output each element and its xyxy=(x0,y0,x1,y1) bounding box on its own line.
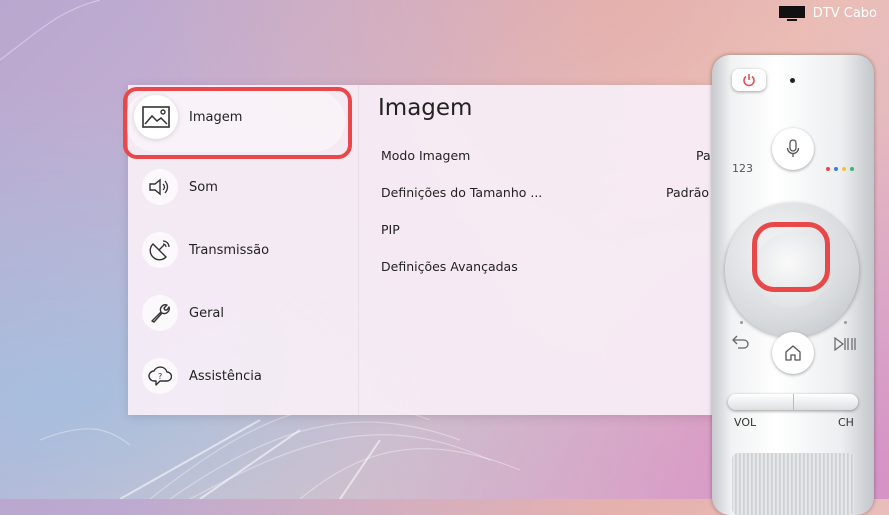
speaker-icon xyxy=(142,169,178,205)
sidebar-item-label: Transmissão xyxy=(189,242,270,258)
row-pip[interactable]: PIP xyxy=(381,222,400,237)
indicator-dot xyxy=(740,321,743,324)
wrench-icon xyxy=(142,295,178,331)
home-button[interactable] xyxy=(772,332,814,374)
ok-button-highlight-annotation xyxy=(752,222,830,292)
indicator-dot xyxy=(844,321,847,324)
settings-content: Imagem Modo Imagem Pa Definições do Tama… xyxy=(359,85,720,415)
home-icon xyxy=(785,345,801,361)
input-source-indicator: DTV Cabo xyxy=(778,6,877,21)
row-definicoes-avancadas[interactable]: Definições Avançadas xyxy=(381,259,518,274)
vol-ch-rocker[interactable] xyxy=(728,394,858,410)
indicator-light xyxy=(790,78,795,83)
microphone-icon xyxy=(786,139,800,157)
mic-button[interactable] xyxy=(772,128,814,170)
svg-text:?: ? xyxy=(158,372,162,381)
play-pause-button[interactable] xyxy=(834,336,856,355)
sidebar-item-assistencia[interactable]: ? Assistência xyxy=(142,358,262,394)
tv-icon xyxy=(778,6,805,21)
ch-label: CH xyxy=(838,416,854,429)
row-definicoes-tamanho[interactable]: Definições do Tamanho ... xyxy=(381,185,542,200)
row-modo-imagem[interactable]: Modo Imagem xyxy=(381,148,470,163)
remote-control: 123 VOL CH xyxy=(712,55,874,515)
back-arrow-icon xyxy=(732,335,749,349)
play-pause-icon xyxy=(834,336,856,352)
satellite-dish-icon xyxy=(142,232,178,268)
page-title: Imagem xyxy=(378,95,473,121)
power-button[interactable] xyxy=(732,69,766,91)
back-button[interactable] xyxy=(732,334,750,354)
sidebar-item-label: Assistência xyxy=(189,368,262,384)
row-definicoes-tamanho-value: Padrão xyxy=(666,185,710,200)
sidebar-item-som[interactable]: Som xyxy=(142,169,218,205)
source-label: DTV Cabo xyxy=(812,6,877,21)
focus-highlight-annotation xyxy=(123,87,352,159)
sidebar-item-label: Som xyxy=(189,179,218,195)
power-icon xyxy=(743,74,755,87)
sidebar-item-label: Geral xyxy=(189,305,224,321)
sidebar-item-transmissao[interactable]: Transmissão xyxy=(142,232,269,268)
row-modo-imagem-value: Pa xyxy=(696,148,711,163)
help-cloud-icon: ? xyxy=(142,358,178,394)
color-buttons[interactable] xyxy=(826,167,854,171)
vol-label: VOL xyxy=(734,416,757,429)
sidebar-item-geral[interactable]: Geral xyxy=(142,295,224,331)
numbers-button[interactable]: 123 xyxy=(732,162,753,175)
remote-grip xyxy=(732,453,854,515)
